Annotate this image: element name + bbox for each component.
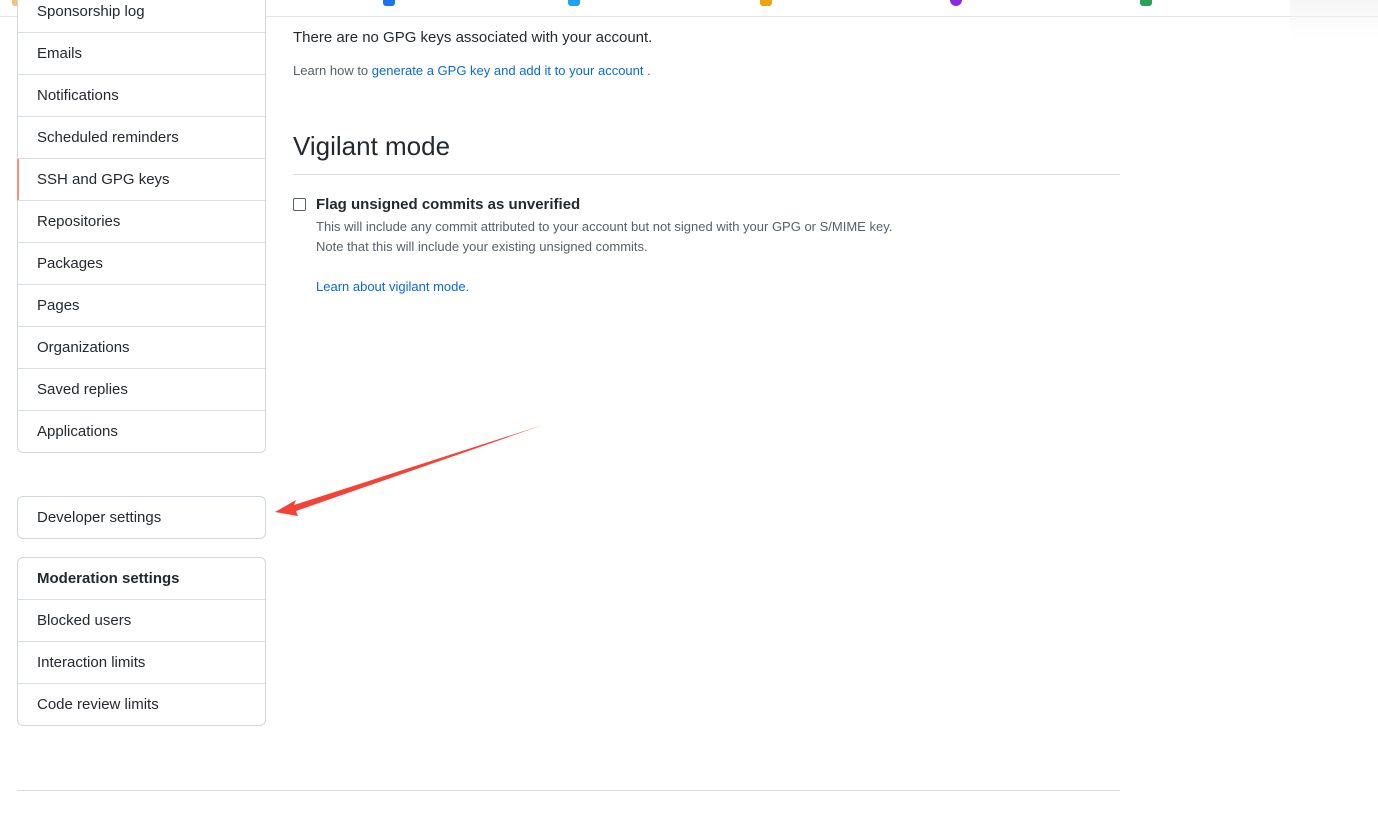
flag-unsigned-commits-checkbox[interactable]: [293, 198, 306, 211]
settings-menu: Sponsorship log Emails Notifications Schedu…: [17, 0, 266, 453]
learn-how-prefix: Learn how to: [293, 63, 372, 78]
vigilant-note-line1: This will include any commit attributed …: [316, 219, 893, 234]
sidebar-item-saved-replies[interactable]: Saved replies: [18, 368, 265, 410]
sidebar-item-repositories[interactable]: Repositories: [18, 200, 265, 242]
learn-how-text: Learn how to generate a GPG key and add …: [293, 63, 651, 78]
footer-divider: [17, 790, 1120, 791]
sidebar-item-organizations[interactable]: Organizations: [18, 326, 265, 368]
learn-about-vigilant-mode-link[interactable]: Learn about vigilant mode.: [316, 279, 469, 294]
window-shadow: [1290, 0, 1378, 40]
bookmark-favicon[interactable]: [1140, 0, 1152, 6]
annotation-arrow-shape: [275, 425, 543, 516]
generate-gpg-key-link[interactable]: generate a GPG key and add it to your ac…: [372, 63, 644, 78]
sidebar-item-scheduled-reminders[interactable]: Scheduled reminders: [18, 116, 265, 158]
bookmark-favicon[interactable]: [760, 0, 772, 6]
sidebar-item-applications[interactable]: Applications: [18, 410, 265, 452]
sidebar-item-code-review-limits[interactable]: Code review limits: [18, 683, 265, 725]
sidebar-item-pages[interactable]: Pages: [18, 284, 265, 326]
vigilant-note-line2: Note that this will include your existin…: [316, 239, 648, 254]
sidebar-item-developer-settings[interactable]: Developer settings: [18, 497, 265, 538]
moderation-settings-menu: Moderation settings Blocked users Interac…: [17, 557, 266, 726]
developer-settings-menu: Developer settings: [17, 496, 266, 539]
sidebar-item-interaction-limits[interactable]: Interaction limits: [18, 641, 265, 683]
bookmark-favicon[interactable]: [950, 0, 962, 6]
sidebar-item-packages[interactable]: Packages: [18, 242, 265, 284]
no-gpg-keys-message: There are no GPG keys associated with yo…: [293, 29, 653, 46]
sidebar-item-sponsorship-log[interactable]: Sponsorship log: [18, 0, 265, 32]
moderation-settings-heading: Moderation settings: [37, 570, 180, 587]
learn-how-suffix: .: [643, 63, 651, 78]
flag-unsigned-commits-label[interactable]: Flag unsigned commits as unverified: [316, 196, 580, 213]
bookmark-favicon[interactable]: [568, 0, 580, 6]
sidebar-item-blocked-users[interactable]: Blocked users: [18, 599, 265, 641]
sidebar-item-notifications[interactable]: Notifications: [18, 74, 265, 116]
sidebar-item-ssh-and-gpg-keys[interactable]: SSH and GPG keys: [17, 158, 265, 200]
vigilant-mode-title: Vigilant mode: [293, 130, 1120, 175]
bookmark-favicon[interactable]: [383, 0, 395, 6]
sidebar-item-emails[interactable]: Emails: [18, 32, 265, 74]
